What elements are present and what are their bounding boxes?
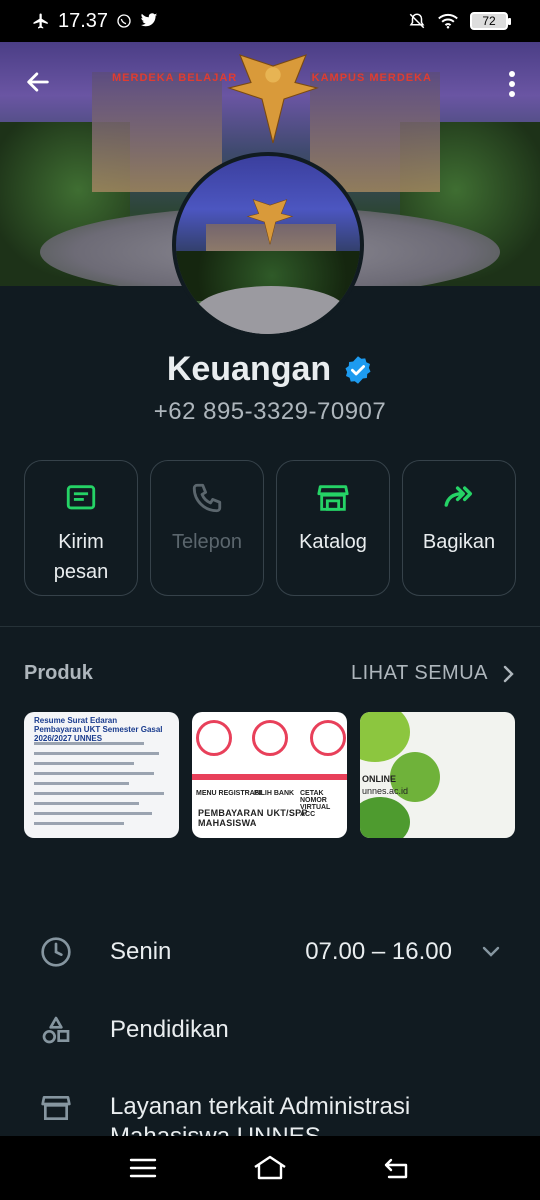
product-card[interactable]: ONLINE unnes.ac.id <box>360 712 515 838</box>
avatar-road <box>196 286 346 334</box>
status-time: 17.37 <box>58 9 109 32</box>
status-bar: 17.37 72 <box>0 0 540 42</box>
step-label: MENU REGISTRASI <box>196 790 262 797</box>
product-caption: PEMBAYARAN UKT/SPP MAHASISWA <box>198 808 308 828</box>
more-vert-icon <box>509 71 515 97</box>
see-all-button[interactable]: LIHAT SEMUA <box>351 662 516 685</box>
profile-avatar[interactable] <box>172 152 364 338</box>
text-line <box>34 742 144 745</box>
products-title: Produk <box>24 662 93 684</box>
menu-icon <box>130 1158 157 1178</box>
bank-node <box>252 720 288 756</box>
mute-icon <box>409 13 425 29</box>
product-card[interactable]: Resume Surat Edaran Pembayaran UKT Semes… <box>24 712 179 838</box>
section-divider <box>0 626 540 627</box>
category-row: Pendidikan <box>0 1014 540 1046</box>
product-caption: ONLINE <box>362 774 397 784</box>
business-day: Senin <box>110 938 172 965</box>
recent-apps-button[interactable] <box>123 1153 163 1183</box>
share-button[interactable]: Bagikan <box>402 460 516 596</box>
share-icon <box>444 486 473 507</box>
back-nav-button[interactable] <box>377 1153 417 1183</box>
text-line <box>34 762 134 765</box>
send-message-label: Kirim pesan <box>54 527 109 587</box>
airplane-icon <box>33 13 48 29</box>
phone-icon <box>192 483 222 513</box>
send-message-button[interactable]: Kirim pesan <box>24 460 138 596</box>
hours-range: 07.00 – 16.00 <box>305 938 452 965</box>
text-line <box>34 752 159 755</box>
twitter-icon <box>140 13 158 27</box>
status-right: 72 <box>408 12 511 30</box>
product-caption: Resume Surat Edaran Pembayaran UKT Semes… <box>34 716 163 743</box>
product-sub: unnes.ac.id <box>362 786 409 796</box>
send-message-line2: pesan <box>53 561 109 583</box>
system-nav-bar <box>0 1136 540 1200</box>
store-icon <box>41 1096 71 1120</box>
description-line1: Layanan terkait Administrasi <box>110 1093 411 1120</box>
wifi-icon <box>438 13 458 29</box>
profile-name: Keuangan <box>166 350 332 388</box>
products-header: Produk LIHAT SEMUA <box>24 662 516 685</box>
profile-name-row: Keuangan <box>0 350 540 389</box>
cover-banner-right: KAMPUS MERDEKA <box>311 72 432 84</box>
product-list: Resume Surat Edaran Pembayaran UKT Semes… <box>24 712 516 838</box>
catalog-button[interactable]: Katalog <box>276 460 390 596</box>
shapes-icon <box>42 1016 70 1044</box>
action-buttons: Kirim pesan Telepon Katalog Bagikan <box>24 460 516 596</box>
message-icon <box>66 485 96 510</box>
text-line <box>34 772 154 775</box>
text-line <box>34 792 164 795</box>
step-label: PILIH BANK <box>254 790 295 797</box>
avatar-garuda-icon <box>246 199 294 245</box>
arrow-back-icon <box>27 72 49 92</box>
back-button[interactable] <box>18 62 58 102</box>
home-button[interactable] <box>250 1153 290 1183</box>
more-options-button[interactable] <box>502 64 522 104</box>
verified-badge-icon <box>345 355 371 384</box>
business-hours-row[interactable]: Senin 07.00 – 16.00 <box>0 936 540 968</box>
chevron-down-icon <box>482 946 500 957</box>
share-label: Bagikan <box>422 531 496 553</box>
status-left: 17.37 <box>32 10 158 33</box>
business-hours: 07.00 – 16.00 <box>305 938 500 966</box>
catalog-label: Katalog <box>299 531 367 553</box>
call-button[interactable]: Telepon <box>150 460 264 596</box>
battery-level: 72 <box>482 14 496 28</box>
laptop-node <box>196 720 232 756</box>
green-blob <box>360 797 410 838</box>
category-text: Pendidikan <box>110 1016 229 1043</box>
printer-node <box>310 720 346 756</box>
send-message-line1: Kirim <box>58 531 104 553</box>
garuda-statue-icon <box>227 54 319 144</box>
text-line <box>34 822 124 825</box>
clock-icon <box>41 937 71 967</box>
cover-gate-left <box>92 72 222 192</box>
store-icon <box>317 485 349 511</box>
call-label: Telepon <box>171 531 243 553</box>
text-line <box>34 812 152 815</box>
profile-phone: +62 895-3329-70907 <box>153 398 387 425</box>
whatsapp-icon <box>117 14 131 28</box>
back-nav-icon <box>384 1158 407 1179</box>
chevron-right-icon <box>503 665 514 682</box>
product-card[interactable]: MENU REGISTRASI PILIH BANK CETAK NOMOR V… <box>192 712 347 838</box>
see-all-label: LIHAT SEMUA <box>350 662 488 684</box>
home-icon <box>254 1155 286 1180</box>
text-line <box>34 782 129 785</box>
battery-indicator: 72 <box>470 12 511 30</box>
text-line <box>34 802 139 805</box>
progress-line <box>192 774 347 780</box>
